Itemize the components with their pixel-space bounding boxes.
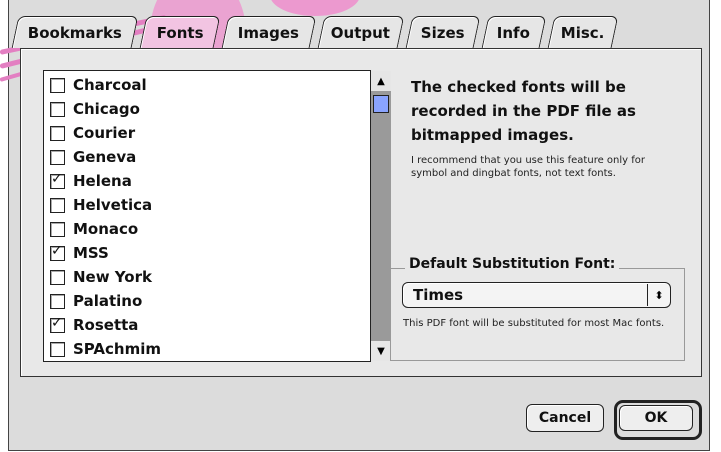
font-checkbox[interactable] <box>50 243 65 261</box>
font-list-item[interactable]: Courier <box>50 121 340 145</box>
font-list-item[interactable]: Geneva <box>50 145 340 169</box>
description-body: I recommend that you use this feature on… <box>411 155 645 179</box>
tab-misc[interactable]: Misc. <box>547 16 619 48</box>
tab-bookmarks[interactable]: Bookmarks <box>11 16 139 48</box>
scroll-thumb[interactable] <box>373 95 389 113</box>
font-checkbox[interactable] <box>50 77 65 93</box>
vertical-scrollbar[interactable]: ▲ ▼ <box>370 71 391 361</box>
tab-fonts[interactable]: Fonts <box>139 16 221 48</box>
font-list-item[interactable]: Palatino <box>50 289 340 313</box>
select-arrows-icon: ⬍ <box>647 284 670 306</box>
font-label: SPAchmim <box>73 340 162 358</box>
font-checkbox[interactable] <box>50 221 65 237</box>
scroll-up-arrow-icon[interactable]: ▲ <box>371 71 391 91</box>
tab-sizes[interactable]: Sizes <box>405 16 481 48</box>
pdf-options-dialog: Bookmarks Fonts Images Output Sizes Info… <box>0 0 721 452</box>
font-list-item[interactable]: Helena <box>50 169 340 193</box>
font-list-item[interactable]: MSS <box>50 241 340 265</box>
font-label: Helvetica <box>73 196 153 214</box>
scroll-down-arrow-icon[interactable]: ▼ <box>371 341 391 361</box>
font-checkbox[interactable] <box>50 269 65 285</box>
select-value: Times <box>413 286 464 304</box>
font-label: Rosetta <box>73 316 139 334</box>
font-checkbox[interactable] <box>50 149 65 165</box>
font-label: Courier <box>73 124 136 142</box>
substitution-note: This PDF font will be substituted for mo… <box>403 318 665 329</box>
font-checkbox[interactable] <box>50 315 65 333</box>
font-list-item[interactable]: Chicago <box>50 97 340 121</box>
font-label: Chicago <box>73 100 140 118</box>
substitution-group-title: Default Substitution Font: <box>405 256 620 272</box>
tab-info[interactable]: Info <box>481 16 547 48</box>
font-checkbox[interactable] <box>50 171 65 189</box>
font-checkbox[interactable] <box>50 197 65 213</box>
font-checkbox[interactable] <box>50 293 65 309</box>
font-list-item[interactable]: Monaco <box>50 217 340 241</box>
font-label: Palatino <box>73 292 143 310</box>
cancel-button[interactable]: Cancel <box>526 404 604 432</box>
font-label: Monaco <box>73 220 139 238</box>
tab-images[interactable]: Images <box>221 16 317 48</box>
font-label: Geneva <box>73 148 137 166</box>
font-list-item[interactable]: New York <box>50 265 340 289</box>
font-list-item[interactable]: SPAchmim <box>50 337 340 361</box>
substitution-font-select[interactable]: Times ⬍ <box>402 282 671 308</box>
font-label: New York <box>73 268 152 286</box>
font-list-item[interactable]: Charcoal <box>50 73 340 97</box>
font-list-item[interactable]: Rosetta <box>50 313 340 337</box>
font-checkbox[interactable] <box>50 101 65 117</box>
font-list-item[interactable]: Helvetica <box>50 193 340 217</box>
font-checkbox[interactable] <box>50 125 65 141</box>
fonts-panel: Charcoal Chicago Courier Geneva Helena H… <box>20 48 702 377</box>
font-label: Helena <box>73 172 132 190</box>
font-list[interactable]: Charcoal Chicago Courier Geneva Helena H… <box>43 70 391 362</box>
font-label: MSS <box>73 244 109 262</box>
font-label: Charcoal <box>73 76 147 94</box>
ok-button[interactable]: OK <box>619 405 693 431</box>
tab-output[interactable]: Output <box>317 16 405 48</box>
description-heading: The checked fonts will be recorded in th… <box>411 78 636 144</box>
font-checkbox[interactable] <box>50 341 65 357</box>
